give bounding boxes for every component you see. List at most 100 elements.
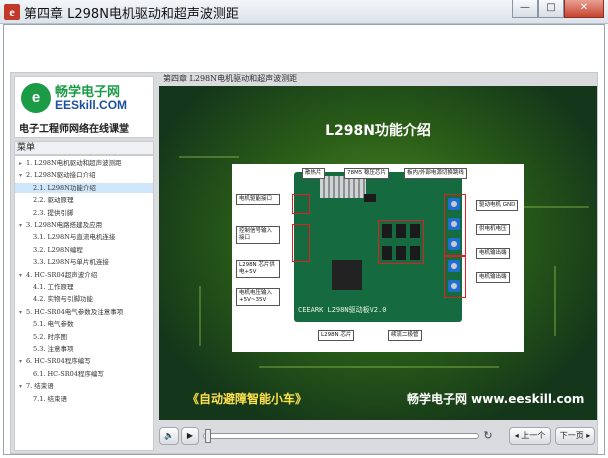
highlight-box <box>292 224 310 262</box>
anno-enable: 电机驱能接口 <box>236 194 280 205</box>
menu-item-label: 5.2. 时序图 <box>33 332 67 341</box>
next-button[interactable]: 下一页 ▸ <box>555 427 595 445</box>
menu-item-label: 2.2. 驱动原理 <box>33 196 74 205</box>
highlight-box <box>378 220 424 264</box>
slide-title: L298N功能介绍 <box>325 123 431 139</box>
seek-thumb[interactable] <box>205 429 211 443</box>
anno-gnd: 驱动电机 GND <box>476 200 519 211</box>
anno-motor-out-2: 电机输出端 <box>476 272 510 283</box>
menu-item-label: 3.1. L298N与直流电机连接 <box>33 233 116 242</box>
triangle-right-icon[interactable]: ▸ <box>19 159 26 169</box>
triangle-down-icon[interactable]: ▾ <box>19 357 26 367</box>
window-titlebar: e 第四章 L298N电机驱动和超声波测距 — □ ✕ <box>0 0 608 24</box>
menu-section[interactable]: 3.1. L298N与直流电机连接 <box>15 232 153 242</box>
menu-chapter[interactable]: ▾ 6. HC-SR04程序编写 <box>15 356 153 366</box>
menu-item-label: 5.3. 注意事项 <box>33 345 74 353</box>
triangle-down-icon[interactable]: ▾ <box>19 308 26 318</box>
circuit-trace <box>259 366 499 368</box>
anno-control-input: 控制信号输入接口 <box>236 226 280 244</box>
heatsink-graphic <box>320 176 366 198</box>
seek-bar[interactable] <box>203 433 479 439</box>
circuit-trace <box>179 156 239 158</box>
menu-item-label: 7.1. 结束语 <box>33 394 67 403</box>
minimize-button[interactable]: — <box>512 0 538 18</box>
volume-button[interactable]: 🔈 <box>159 427 179 445</box>
menu-section[interactable]: 6.1. HC-SR04程序编写 <box>15 369 153 379</box>
logo-en-text: EESkill.COM <box>55 98 128 112</box>
menu-item-label: 4.2. 实物与引脚功能 <box>33 295 93 304</box>
triangle-down-icon[interactable]: ▾ <box>19 271 26 281</box>
menu-chapter[interactable]: ▾ 3. L298N电路搭建及应用 <box>15 220 153 230</box>
menu-chapter[interactable]: ▾ 5. HC-SR04电气参数及注意事项 <box>15 307 153 317</box>
menu-section[interactable]: 7.1. 结束语 <box>15 394 153 404</box>
triangle-down-icon[interactable]: ▾ <box>19 221 26 231</box>
anno-heatsink: 散热片 <box>302 168 325 179</box>
prev-button[interactable]: ◂ 上一个 <box>509 427 551 445</box>
menu-item-label: 1. L298N电机驱动和超声波测距 <box>26 159 122 167</box>
menu-section[interactable]: 2.3. 提供引脚 <box>15 208 153 218</box>
menu-item-label: 2. L298N驱动接口介绍 <box>26 171 96 180</box>
menu-chapter[interactable]: ▾ 7. 结束语 <box>15 381 153 391</box>
menu-item-label: 7. 结束语 <box>26 382 54 391</box>
highlight-box <box>292 194 310 214</box>
player-controls: 🔈 ▶ ↻ ◂ 上一个 下一页 ▸ <box>159 425 597 449</box>
menu-section[interactable]: 4.2. 实物与引脚功能 <box>15 294 153 304</box>
window-title: 第四章 L298N电机驱动和超声波测距 <box>24 7 239 22</box>
play-button[interactable]: ▶ <box>181 427 199 445</box>
menu-section[interactable]: 4.1. 工作原理 <box>15 282 153 292</box>
menu-section[interactable]: 3.3. L298N与单片机连接 <box>15 257 153 267</box>
regulator-chip <box>364 194 376 202</box>
circuit-trace <box>519 206 589 208</box>
logo-mark-icon: e <box>21 83 51 113</box>
highlight-box <box>444 194 466 256</box>
menu-item-label: 3. L298N电路搭建及应用 <box>26 221 103 229</box>
app-icon: e <box>4 4 20 20</box>
menu-item-label: 5. HC-SR04电气参数及注意事项 <box>26 307 124 316</box>
highlight-box <box>444 256 466 298</box>
menu-item-label: 6. HC-SR04程序编写 <box>26 357 91 366</box>
menu-chapter[interactable]: ▸ 1. L298N电机驱动和超声波测距 <box>15 158 153 168</box>
anno-motor-out-1: 电机输出端 <box>476 248 510 259</box>
anno-l298n-chip: L298N 芯片 <box>318 330 355 341</box>
menu-item-label: 3.2. L298N编程 <box>33 245 83 254</box>
menu-item-label: 4.1. 工作原理 <box>33 283 74 291</box>
menu-section[interactable]: 2.2. 驱动原理 <box>15 195 153 205</box>
anno-chip-5v: L298N 芯片供电+5V <box>236 260 280 278</box>
menu-header: 菜单 <box>14 141 154 155</box>
pcb-silkscreen: CEEARK L298N驱动板V2.0 <box>298 306 387 314</box>
menu-section[interactable]: 3.2. L298N编程 <box>15 245 153 255</box>
menu-item-label: 6.1. HC-SR04程序编写 <box>33 369 104 378</box>
l298n-chip <box>332 260 362 290</box>
menu-item-label: 2.3. 提供引脚 <box>33 208 74 217</box>
brand-logo: e 畅学电子网 EESkill.COM 电子工程师网络在线课堂 <box>14 76 154 138</box>
anno-regulator: 78M5 稳压芯片 <box>344 168 389 179</box>
menu-section[interactable]: 2.1. L298N功能介绍 <box>15 182 153 193</box>
outline-menu: ▸ 1. L298N电机驱动和超声波测距 ▾ 2. L298N驱动接口介绍 2.1. L… <box>14 155 154 451</box>
anno-motor-vin: 电机电压输入+5V~35V <box>236 288 280 306</box>
close-button[interactable]: ✕ <box>564 0 604 18</box>
menu-item-label: 2.1. L298N功能介绍 <box>33 183 96 192</box>
menu-chapter[interactable]: ▾ 2. L298N驱动接口介绍 <box>15 170 153 180</box>
lesson-title: 第四章 L298N电机驱动和超声波测距 <box>163 74 298 83</box>
slide-viewport: L298N功能介绍 散热片 78M5 稳压芯片 板内/外部电源切换跳线 驱动电机… <box>159 86 597 420</box>
course-banner: 《自动避障智能小车》 <box>187 392 308 406</box>
menu-section[interactable]: 5.1. 电气参数 <box>15 319 153 329</box>
menu-item-label: 4. HC-SR04超声波介绍 <box>26 270 98 279</box>
triangle-down-icon[interactable]: ▾ <box>19 171 26 181</box>
logo-slogan: 电子工程师网络在线课堂 <box>19 124 129 135</box>
site-banner: 畅学电子网 www.eeskill.com <box>407 392 585 406</box>
replay-icon[interactable]: ↻ <box>481 429 495 443</box>
anno-vcc: 供电机电压 <box>476 224 510 235</box>
menu-chapter[interactable]: ▾ 4. HC-SR04超声波介绍 <box>15 270 153 280</box>
menu-section[interactable]: 5.2. 时序图 <box>15 332 153 342</box>
menu-item-label: 5.1. 电气参数 <box>33 320 74 329</box>
circuit-trace <box>199 286 201 346</box>
circuit-trace <box>554 266 556 336</box>
menu-item-label: 3.3. L298N与单片机连接 <box>33 258 109 267</box>
anno-diodes: 续流二极管 <box>388 330 422 341</box>
window-controls: — □ ✕ <box>512 0 604 18</box>
anno-power-switch: 板内/外部电源切换跳线 <box>404 168 467 179</box>
triangle-down-icon[interactable]: ▾ <box>19 382 26 392</box>
maximize-button[interactable]: □ <box>538 0 564 18</box>
menu-section[interactable]: 5.3. 注意事项 <box>15 344 153 354</box>
